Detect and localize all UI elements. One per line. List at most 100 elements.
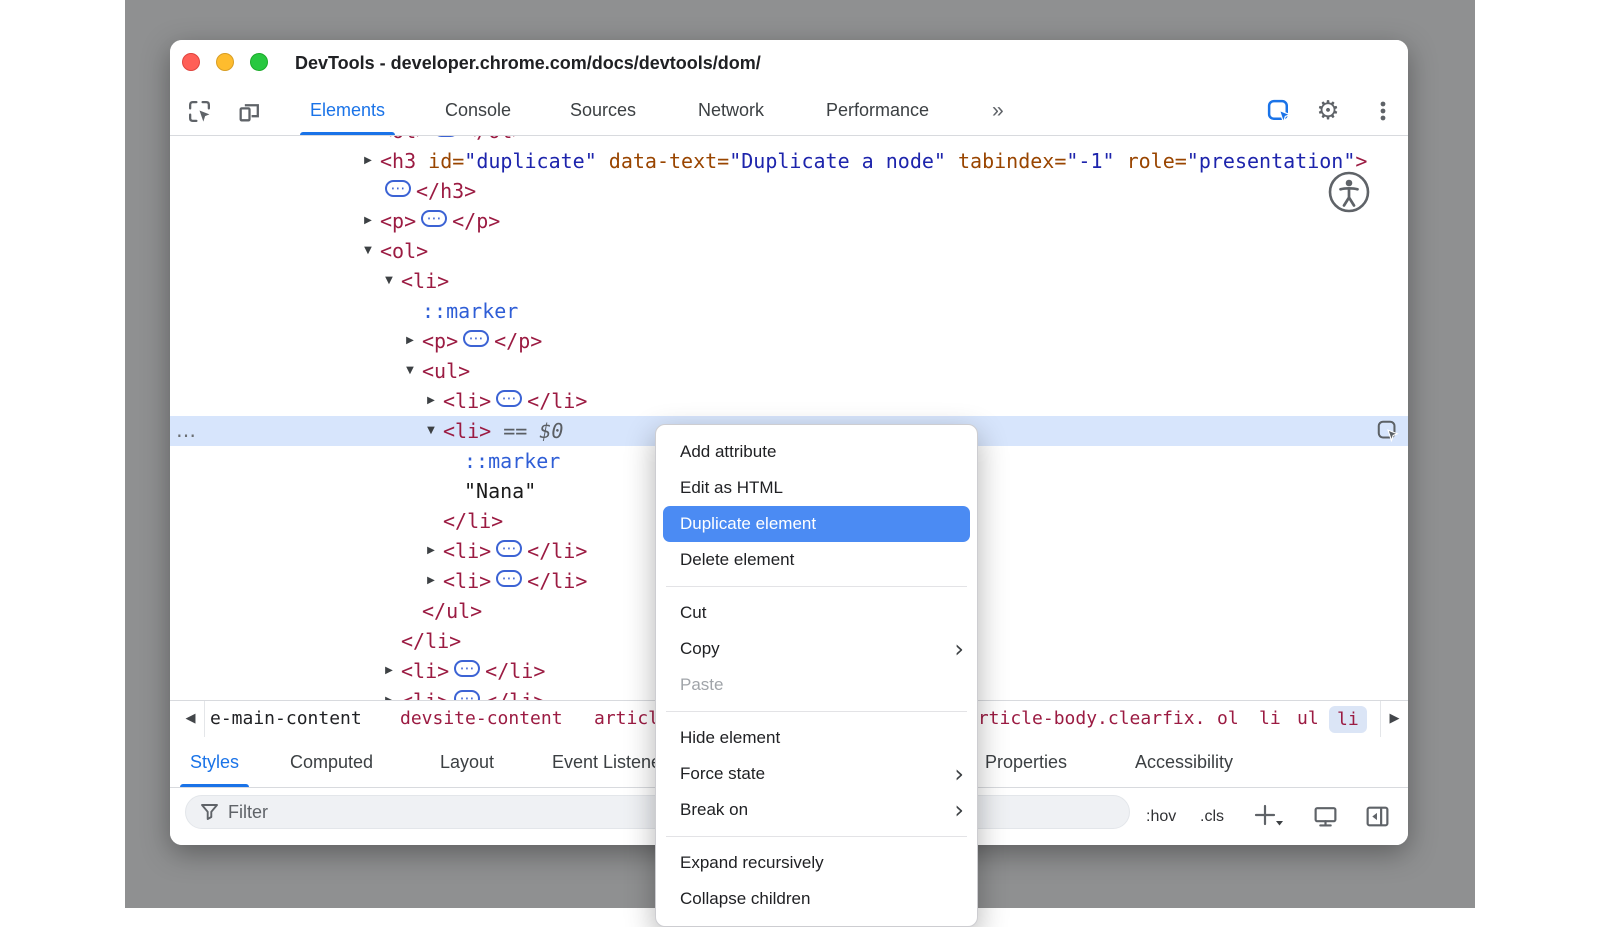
tab-more-tabs[interactable]: » [982, 86, 1012, 135]
dom-row[interactable]: ▶<h3 id="duplicate" data-text="Duplicate… [170, 146, 1408, 176]
ellipsis-badge[interactable]: ⋯ [496, 570, 522, 587]
dom-row[interactable]: ⋯</h3> [170, 176, 1408, 206]
menu-item-force-state[interactable]: Force state› [656, 756, 977, 792]
menu-item-hide-element[interactable]: Hide element [656, 720, 977, 756]
dom-token: <p> [380, 209, 416, 233]
dom-token: <li> [443, 539, 491, 563]
devtools-toolbar: Elements Console Sources Network Performance… [170, 86, 1408, 136]
menu-item-break-on[interactable]: Break on› [656, 792, 977, 828]
new-style-rule-icon[interactable] [1254, 803, 1284, 834]
expand-arrow-icon[interactable]: ▶ [423, 386, 439, 416]
expand-arrow-icon[interactable]: ▶ [360, 146, 376, 176]
collapse-arrow-icon[interactable]: ▼ [381, 266, 397, 296]
ellipsis-badge[interactable]: ⋯ [433, 136, 459, 137]
dom-token: ::marker [422, 299, 518, 323]
dom-token: <li> [443, 389, 491, 413]
breadcrumb-ul[interactable]: ul [1297, 701, 1319, 737]
ellipsis-badge[interactable]: ⋯ [496, 390, 522, 407]
dom-token: "Nana" [464, 479, 536, 503]
menu-item-copy[interactable]: Copy› [656, 631, 977, 667]
tab-styles[interactable]: Styles [180, 737, 249, 787]
tab-computed[interactable]: Computed [280, 737, 383, 787]
dom-token: id= [416, 149, 464, 173]
ellipsis-badge[interactable]: ⋯ [454, 690, 480, 700]
menu-divider [666, 586, 967, 587]
ellipsis-badge[interactable]: ⋯ [463, 330, 489, 347]
dom-row[interactable]: <ol>⋯</ol> [170, 136, 1408, 146]
tab-network[interactable]: Network [688, 86, 774, 135]
menu-item-edit-as-html[interactable]: Edit as HTML [656, 470, 977, 506]
row-overflow-icon[interactable]: … [176, 416, 198, 444]
dom-token: </p> [494, 329, 542, 353]
dom-row[interactable]: ▶<p> ⋯ </p> [170, 206, 1408, 236]
rendering-icon[interactable] [1312, 803, 1339, 835]
tab-accessibility[interactable]: Accessibility [1125, 737, 1243, 787]
dom-token: <li> [401, 659, 449, 683]
dom-token: data-text= [597, 149, 729, 173]
ellipsis-badge[interactable]: ⋯ [421, 210, 447, 227]
ellipsis-badge[interactable]: ⋯ [454, 660, 480, 677]
tab-console[interactable]: Console [435, 86, 521, 135]
dom-token: <li> [401, 269, 449, 293]
dom-token: <ul> [422, 359, 470, 383]
expand-arrow-icon[interactable]: ▶ [360, 206, 376, 236]
dom-token: </li> [485, 689, 545, 700]
dom-token: </li> [527, 539, 587, 563]
dom-row[interactable]: ▶<li>⋯</li> [170, 386, 1408, 416]
menu-item-add-attribute[interactable]: Add attribute [656, 434, 977, 470]
menu-item-expand-recursively[interactable]: Expand recursively [656, 845, 977, 881]
breadcrumb-scroll-left-icon[interactable]: ◀ [177, 701, 205, 737]
expand-arrow-icon[interactable]: ▶ [381, 656, 397, 686]
dom-row[interactable]: ::marker [170, 296, 1408, 326]
dom-row[interactable]: ▼<li> [170, 266, 1408, 296]
submenu-arrow-icon: › [954, 632, 964, 666]
tab-properties[interactable]: Properties [975, 737, 1077, 787]
toggle-class-button[interactable]: .cls [1200, 788, 1224, 845]
ellipsis-badge[interactable]: ⋯ [496, 540, 522, 557]
settings-gear-icon[interactable]: ⚙ [1313, 96, 1343, 126]
breadcrumb-devsite-content[interactable]: devsite-content [400, 701, 563, 737]
breadcrumb-ol[interactable]: ol [1217, 701, 1239, 737]
menu-item-delete-element[interactable]: Delete element [656, 542, 977, 578]
breadcrumb-li-selected[interactable]: li [1329, 706, 1367, 733]
expand-arrow-icon[interactable]: ▶ [423, 536, 439, 566]
toggle-hover-state-button[interactable]: :hov [1146, 788, 1176, 845]
breadcrumb-article-body-clearfix[interactable]: article-body.clearfix. [967, 701, 1205, 737]
breadcrumb-li[interactable]: li [1259, 701, 1281, 737]
breadcrumb-e-main-content[interactable]: e-main-content [210, 701, 362, 737]
collapse-arrow-icon[interactable]: ▼ [360, 236, 376, 266]
dom-row[interactable]: ▼<ul> [170, 356, 1408, 386]
dom-token: "duplicate" [464, 149, 596, 173]
minimize-button[interactable] [216, 53, 234, 71]
tab-sources[interactable]: Sources [560, 86, 646, 135]
filter-funnel-icon [199, 801, 220, 827]
menu-divider [666, 711, 967, 712]
collapse-arrow-icon[interactable]: ▼ [423, 416, 439, 446]
breadcrumb-scroll-right-icon[interactable]: ▶ [1380, 701, 1408, 737]
menu-item-cut[interactable]: Cut [656, 595, 977, 631]
element-picker-icon[interactable] [1264, 96, 1294, 126]
dom-row[interactable]: ▼<ol> [170, 236, 1408, 266]
tab-performance[interactable]: Performance [816, 86, 939, 135]
expand-arrow-icon[interactable]: ▶ [381, 686, 397, 700]
menu-item-paste: Paste [656, 667, 977, 703]
dom-token: "Duplicate a node" [729, 149, 946, 173]
zoom-button[interactable] [250, 53, 268, 71]
menu-item-duplicate-element[interactable]: Duplicate element [663, 506, 970, 542]
dom-row[interactable]: ▶<p>⋯</p> [170, 326, 1408, 356]
toggle-sidebar-icon[interactable] [1364, 803, 1391, 835]
expand-arrow-icon[interactable]: ▶ [402, 326, 418, 356]
tab-elements[interactable]: Elements [300, 86, 395, 135]
tab-layout[interactable]: Layout [430, 737, 504, 787]
more-options-icon[interactable] [1368, 96, 1398, 126]
expand-arrow-icon[interactable]: ▶ [423, 566, 439, 596]
dom-token: </ul> [422, 599, 482, 623]
close-button[interactable] [182, 53, 200, 71]
dom-token: </p> [452, 209, 500, 233]
dom-token: > [1355, 149, 1367, 173]
dom-token: </li> [443, 509, 503, 533]
ellipsis-badge[interactable]: ⋯ [385, 180, 411, 197]
menu-item-collapse-children[interactable]: Collapse children [656, 881, 977, 917]
collapse-arrow-icon[interactable]: ▼ [402, 356, 418, 386]
window-title: DevTools - developer.chrome.com/docs/dev… [295, 40, 761, 86]
